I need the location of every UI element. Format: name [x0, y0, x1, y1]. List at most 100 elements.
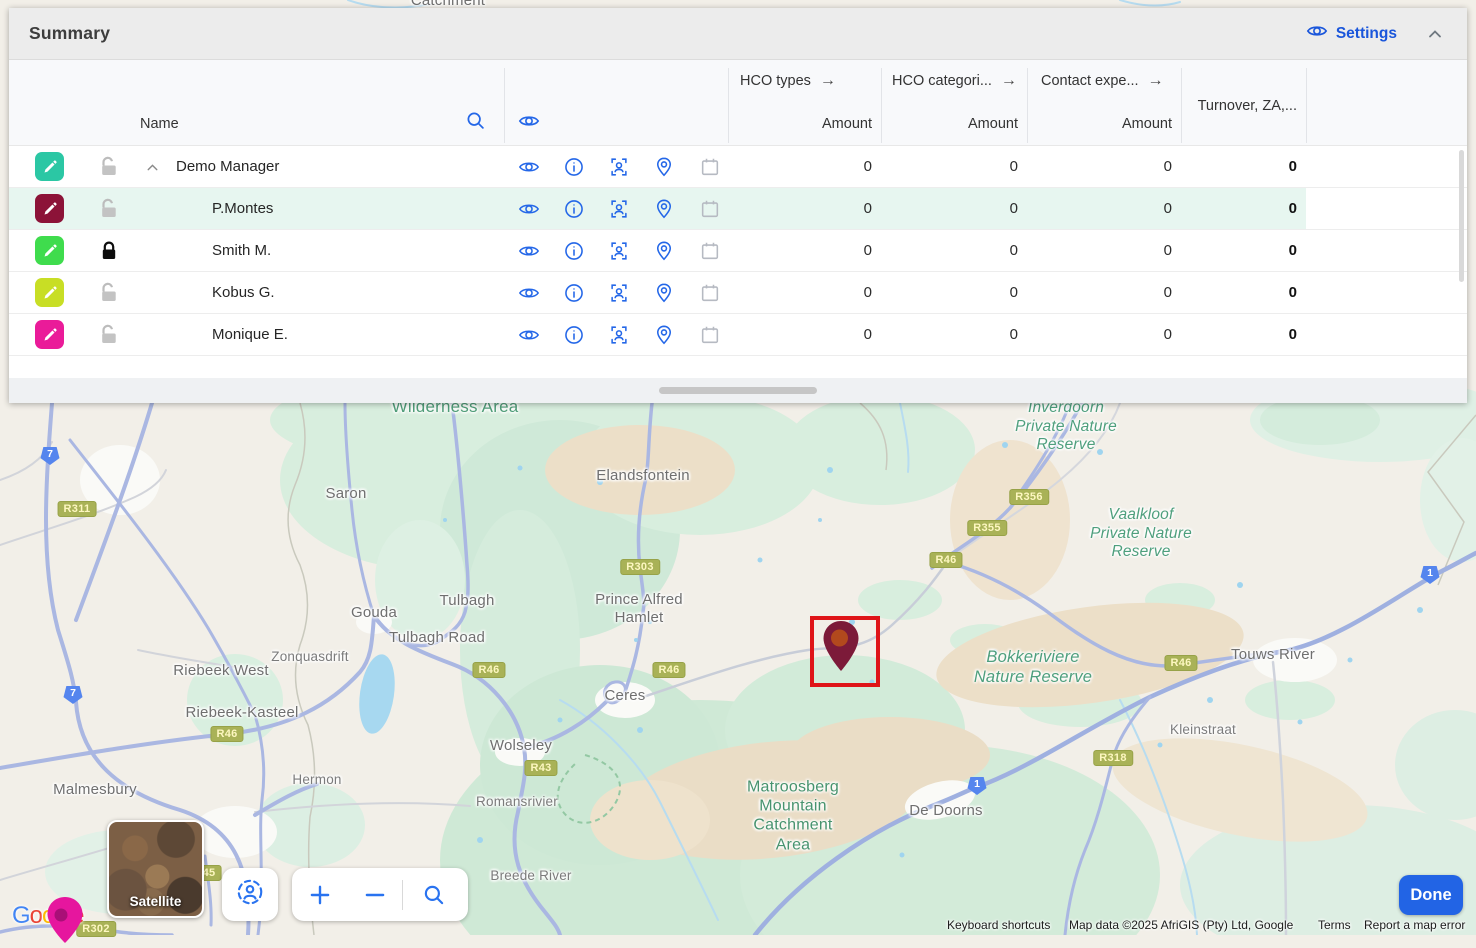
lock-open-icon	[100, 332, 118, 349]
vertical-scrollbar-thumb[interactable]	[1459, 150, 1464, 282]
focus-contact-icon[interactable]	[608, 240, 630, 262]
table-row[interactable]: P.Montes 0	[9, 188, 1467, 230]
amount-cell: 0	[1072, 200, 1172, 217]
turnover-cell: 0	[1177, 242, 1297, 259]
row-pencil-button[interactable]	[35, 320, 64, 349]
calendar-icon[interactable]	[699, 198, 721, 220]
satellite-toggle[interactable]: Satellite	[107, 820, 204, 918]
row-name: Monique E.	[212, 326, 288, 343]
keyboard-shortcuts-link[interactable]: Keyboard shortcuts	[947, 918, 1050, 932]
row-pencil-button[interactable]	[35, 278, 64, 307]
view-eye-icon[interactable]	[518, 156, 540, 178]
column-divider	[1181, 68, 1182, 143]
lock-status	[100, 324, 118, 350]
row-pencil-button[interactable]	[35, 152, 64, 181]
terms-link[interactable]: Terms	[1318, 918, 1351, 932]
amount-cell: 0	[772, 326, 872, 343]
view-eye-icon[interactable]	[518, 240, 540, 262]
arrow-right-icon[interactable]: →	[820, 72, 836, 90]
arrow-right-icon[interactable]: →	[1001, 72, 1017, 90]
column-divider	[1306, 68, 1307, 143]
info-icon[interactable]	[563, 282, 585, 304]
road-badge: R46	[1164, 655, 1197, 671]
eye-icon	[1306, 20, 1328, 47]
column-turnover: Turnover, ZA,...	[1192, 98, 1297, 114]
location-pin-icon[interactable]	[653, 198, 675, 220]
column-amount: Amount	[772, 116, 872, 132]
view-eye-icon[interactable]	[518, 198, 540, 220]
road-badge: R46	[472, 662, 505, 678]
info-icon[interactable]	[563, 324, 585, 346]
collapse-panel-button[interactable]	[1425, 24, 1445, 44]
column-group-hco-categories[interactable]: HCO categori... →	[892, 72, 1017, 90]
amount-cell: 0	[772, 200, 872, 217]
panel-header: Summary Settings	[9, 8, 1467, 60]
google-logo-letter: o	[30, 902, 42, 930]
info-icon[interactable]	[563, 198, 585, 220]
view-eye-icon[interactable]	[518, 282, 540, 304]
road-badge: R355	[967, 520, 1007, 536]
column-name: Name	[140, 116, 179, 132]
road-badge: R311	[58, 501, 97, 517]
settings-button[interactable]: Settings	[1306, 20, 1397, 47]
turnover-cell: 0	[1177, 326, 1297, 343]
focus-contact-icon[interactable]	[608, 198, 630, 220]
arrow-right-icon[interactable]: →	[1148, 72, 1164, 90]
calendar-icon[interactable]	[699, 240, 721, 262]
search-icon[interactable]	[465, 110, 487, 132]
location-pin-icon[interactable]	[653, 324, 675, 346]
calendar-icon[interactable]	[699, 156, 721, 178]
column-divider	[728, 68, 729, 143]
visibility-column-eye-icon[interactable]	[518, 110, 540, 132]
page-title: Summary	[29, 23, 110, 44]
map-zoom-controls	[292, 868, 468, 921]
location-pin-icon[interactable]	[653, 240, 675, 262]
calendar-icon[interactable]	[699, 282, 721, 304]
focus-contact-icon[interactable]	[608, 324, 630, 346]
settings-label: Settings	[1336, 25, 1397, 43]
focus-contact-icon[interactable]	[608, 156, 630, 178]
summary-panel: Summary Settings HCO types → HCO cate	[9, 8, 1467, 403]
map-search-button[interactable]	[403, 868, 465, 921]
report-map-error-link[interactable]: Report a map error	[1364, 918, 1465, 932]
table-rows: Demo Manager	[9, 145, 1467, 356]
focus-contact-icon[interactable]	[608, 282, 630, 304]
row-pencil-button[interactable]	[35, 194, 64, 223]
column-group-label: Contact expe...	[1041, 73, 1139, 89]
turnover-cell: 0	[1177, 158, 1297, 175]
done-button[interactable]: Done	[1399, 875, 1463, 915]
horizontal-scrollbar-thumb[interactable]	[659, 387, 817, 394]
amount-cell: 0	[918, 284, 1018, 301]
amount-cell: 0	[772, 158, 872, 175]
calendar-icon[interactable]	[699, 324, 721, 346]
view-eye-icon[interactable]	[518, 324, 540, 346]
column-amount: Amount	[1072, 116, 1172, 132]
table-row[interactable]: Demo Manager	[9, 146, 1467, 188]
map-marker-pin[interactable]	[822, 620, 860, 677]
info-icon[interactable]	[563, 240, 585, 262]
zoom-out-button[interactable]	[347, 868, 402, 921]
lock-open-icon	[100, 164, 118, 181]
turnover-cell: 0	[1177, 284, 1297, 301]
table-row[interactable]: Smith M. 0	[9, 230, 1467, 272]
amount-cell: 0	[1072, 326, 1172, 343]
amount-cell: 0	[918, 242, 1018, 259]
table-row[interactable]: Kobus G. 0	[9, 272, 1467, 314]
locate-contact-button[interactable]	[222, 868, 278, 921]
info-icon[interactable]	[563, 156, 585, 178]
row-pencil-button[interactable]	[35, 236, 64, 265]
row-name: Demo Manager	[176, 158, 279, 175]
road-badge: R43	[524, 760, 557, 776]
google-logo-letter: G	[12, 902, 30, 930]
location-pin-icon[interactable]	[653, 282, 675, 304]
zoom-in-button[interactable]	[292, 868, 347, 921]
amount-cell: 0	[918, 158, 1018, 175]
table-row[interactable]: Monique E.	[9, 314, 1467, 356]
column-group-hco-types[interactable]: HCO types →	[740, 72, 836, 90]
road-badge: R46	[210, 726, 243, 742]
table-header: HCO types → HCO categori... → Contact ex…	[9, 60, 1467, 145]
location-pin-icon[interactable]	[653, 156, 675, 178]
column-group-contact-expenses[interactable]: Contact expe... →	[1041, 72, 1164, 90]
magenta-marker-pin[interactable]	[47, 897, 83, 948]
row-expand-chevron[interactable]	[144, 159, 161, 181]
